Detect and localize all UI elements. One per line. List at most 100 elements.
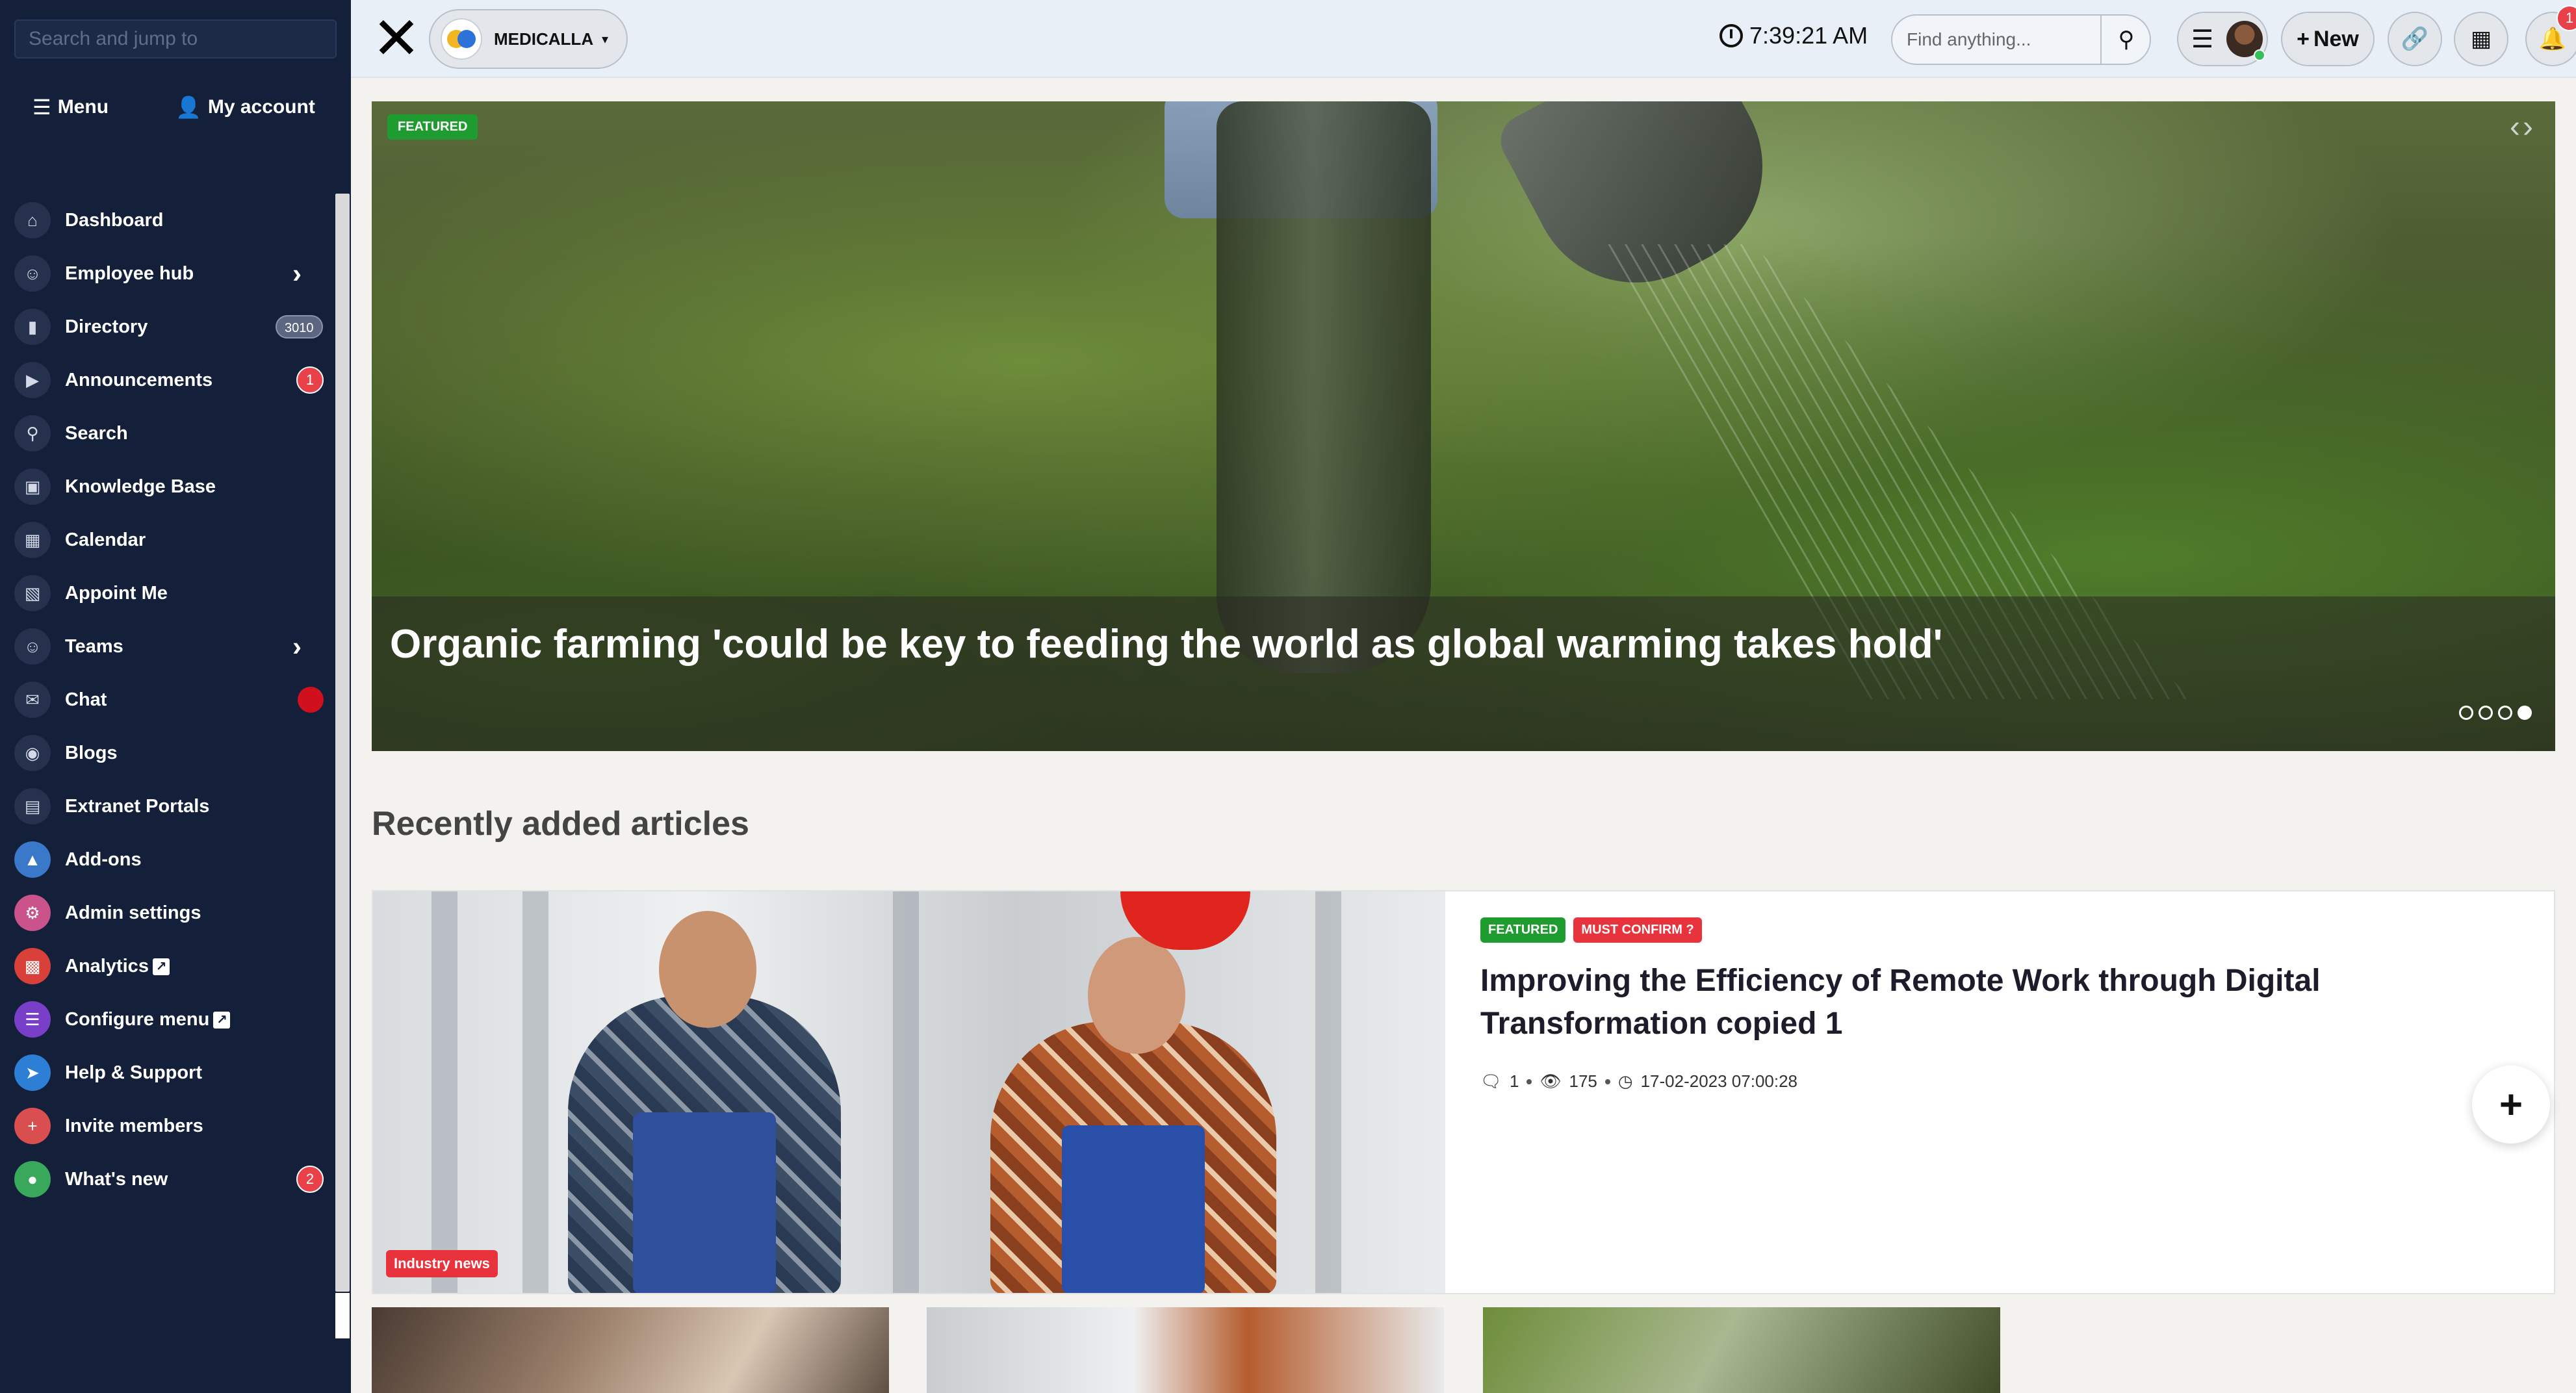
sidebar-search-input[interactable]: Search and jump to [14, 19, 337, 58]
chevron-right-icon[interactable]: › [2523, 110, 2536, 144]
meta-separator [1526, 1079, 1532, 1084]
sidebar-item-invite-members[interactable]: + Invite members [0, 1099, 335, 1153]
meta-separator [1604, 1079, 1610, 1084]
article-title[interactable]: Improving the Efficiency of Remote Work … [1480, 960, 2488, 1045]
carousel-dot-active[interactable] [2518, 706, 2532, 720]
user-plus-icon: + [14, 1108, 51, 1144]
sidebar-item-chat[interactable]: ✉ Chat [0, 673, 335, 726]
new-button-label: New [2313, 26, 2359, 51]
sidebar-item-employee-hub[interactable]: ☺ Employee hub › [0, 247, 335, 300]
links-button[interactable]: 🔗 [2388, 12, 2442, 66]
sidebar-item-analytics[interactable]: ▩ Analytics ↗ [0, 939, 335, 993]
sidebar-item-blogs[interactable]: ◉ Blogs [0, 726, 335, 780]
sidebar-item-add-ons[interactable]: ▲ Add-ons [0, 833, 335, 886]
tab-menu[interactable]: ☰ Menu [32, 84, 109, 130]
hero-title[interactable]: Organic farming 'could be key to feeding… [390, 621, 1942, 667]
user-menu-button[interactable]: ☰ [2177, 12, 2268, 66]
global-search: ⚲ [1891, 14, 2151, 65]
comment-count: 1 [1510, 1071, 1519, 1091]
sidebar-tabs: ☰ Menu 👤 My account [0, 84, 351, 130]
sidebar-item-label: Calendar [65, 529, 146, 550]
article-card[interactable]: Industry news FEATURED MUST CONFIRM ? Im… [372, 890, 2555, 1294]
article-date: 17-02-2023 07:00:28 [1640, 1071, 1798, 1091]
carousel-dot[interactable] [2498, 706, 2512, 720]
sidebar-item-appoint-me[interactable]: ▧ Appoint Me [0, 567, 335, 620]
sidebar-item-announcements[interactable]: ▶ Announcements 1 [0, 353, 335, 407]
comment-icon: 🗨 [1480, 1071, 1502, 1091]
rocket-icon: ➤ [14, 1054, 51, 1091]
sidebar-item-label: Teams [65, 635, 123, 657]
online-status-dot [2254, 49, 2265, 61]
sidebar-scrollbar-thumb[interactable] [335, 1293, 350, 1338]
chevron-left-icon[interactable]: ‹ [2510, 110, 2523, 144]
workspace-name: MEDICALLA [494, 29, 594, 49]
article-image: Industry news [373, 891, 1445, 1293]
find-input[interactable] [1892, 16, 2100, 64]
sidebar-item-calendar[interactable]: ▦ Calendar [0, 513, 335, 567]
sidebar-item-dashboard[interactable]: ⌂ Dashboard [0, 194, 335, 247]
calendar-button[interactable]: ▦ [2454, 12, 2508, 66]
people-icon: ☺ [14, 255, 51, 292]
tab-my-account[interactable]: 👤 My account [175, 84, 315, 130]
new-button[interactable]: + New [2281, 12, 2375, 66]
chevron-right-icon[interactable]: › [292, 631, 302, 662]
settings-icon: ⚙ [14, 895, 51, 931]
article-thumbnail[interactable] [1483, 1307, 2000, 1393]
bulb-icon: ● [14, 1161, 51, 1197]
sidebar-item-label: Search [65, 422, 128, 444]
article-badges: FEATURED MUST CONFIRM ? [1480, 917, 2488, 943]
carousel-dot[interactable] [2479, 706, 2493, 720]
featured-badge: FEATURED [1480, 917, 1566, 943]
unread-dot [298, 687, 324, 713]
sidebar-item-label: Analytics ↗ [65, 956, 170, 977]
sidebar-item-directory[interactable]: ▮ Directory 3010 [0, 300, 335, 353]
add-button[interactable]: + [2472, 1066, 2550, 1144]
carousel-dots [2459, 706, 2532, 720]
bell-icon: 🔔 [2538, 27, 2567, 51]
addons-icon: ▲ [14, 841, 51, 878]
hero-image-detail [1217, 101, 1431, 673]
article-thumbnail[interactable] [372, 1307, 889, 1393]
carousel-arrows: ‹› [2510, 109, 2536, 145]
plus-icon: + [2297, 26, 2310, 51]
home-icon: ⌂ [14, 202, 51, 238]
sidebar-item-search[interactable]: ⚲ Search [0, 407, 335, 460]
sidebar-item-label: Extranet Portals [65, 795, 210, 817]
chevron-right-icon[interactable]: › [292, 258, 302, 289]
article-body: FEATURED MUST CONFIRM ? Improving the Ef… [1480, 917, 2488, 1092]
category-tag[interactable]: Industry news [386, 1250, 498, 1277]
search-button[interactable]: ⚲ [2100, 16, 2150, 64]
sidebar-item-configure-menu[interactable]: ☰ Configure menu ↗ [0, 993, 335, 1046]
workspace-switcher[interactable]: MEDICALLA ▾ [429, 9, 628, 69]
sidebar-item-admin-settings[interactable]: ⚙ Admin settings [0, 886, 335, 939]
clock: 7:39:21 AM [1719, 22, 1868, 49]
sidebar-item-knowledge-base[interactable]: ▣ Knowledge Base [0, 460, 335, 513]
article-thumbnail[interactable] [927, 1307, 1444, 1393]
table-icon: ▧ [14, 575, 51, 611]
brand-logo [441, 18, 482, 60]
tab-account-label: My account [207, 96, 315, 118]
sidebar-item-label: Employee hub [65, 262, 194, 284]
sidebar-item-label: Add-ons [65, 849, 142, 870]
tab-menu-label: Menu [57, 96, 109, 118]
list-icon: ☰ [14, 1001, 51, 1038]
sidebar-scrollbar[interactable] [335, 194, 350, 1292]
rss-icon: ◉ [14, 735, 51, 771]
sidebar-item-teams[interactable]: ☺ Teams › [0, 620, 335, 673]
sidebar-item-label: Blogs [65, 742, 118, 763]
caret-down-icon: ▾ [602, 32, 609, 47]
sidebar-item-help-support[interactable]: ➤ Help & Support [0, 1046, 335, 1099]
featured-carousel[interactable]: FEATURED ‹› Organic farming 'could be ke… [372, 101, 2555, 751]
megaphone-icon: ▶ [14, 362, 51, 398]
chart-icon: ▩ [14, 948, 51, 984]
sidebar-item-extranet-portals[interactable]: ▤ Extranet Portals [0, 780, 335, 833]
close-icon[interactable]: ✕ [370, 10, 422, 68]
carousel-dot[interactable] [2459, 706, 2473, 720]
must-confirm-badge: MUST CONFIRM ? [1573, 917, 1702, 943]
count-badge: 3010 [276, 315, 323, 339]
sidebar-item-whats-new[interactable]: ● What's new 2 [0, 1153, 335, 1206]
view-count: 175 [1569, 1071, 1597, 1091]
sidebar-item-label: Announcements [65, 369, 213, 390]
hero-caption-overlay [372, 596, 2555, 751]
sidebar: Search and jump to ☰ Menu 👤 My account ⌂… [0, 0, 351, 1393]
